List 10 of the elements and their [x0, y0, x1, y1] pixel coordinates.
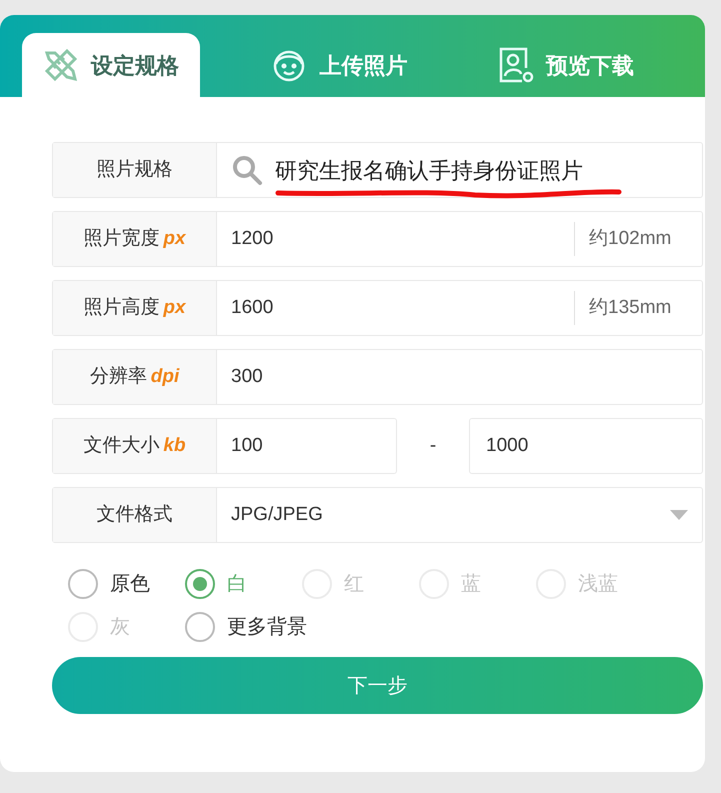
format-dropdown[interactable]: JPG/JPEG — [217, 488, 702, 542]
field-label: 文件格式 — [53, 488, 217, 542]
portrait-icon — [498, 46, 534, 84]
input-field[interactable]: 1000 — [469, 418, 703, 474]
background-radio[interactable]: 更多背景 — [185, 612, 311, 642]
background-radio[interactable]: 原色 — [68, 569, 185, 599]
tab[interactable]: 设定规格 — [22, 33, 200, 97]
ruler-pencil-icon — [42, 47, 79, 83]
range-separator: - — [430, 434, 436, 458]
dropdown-caret-icon — [670, 510, 688, 520]
